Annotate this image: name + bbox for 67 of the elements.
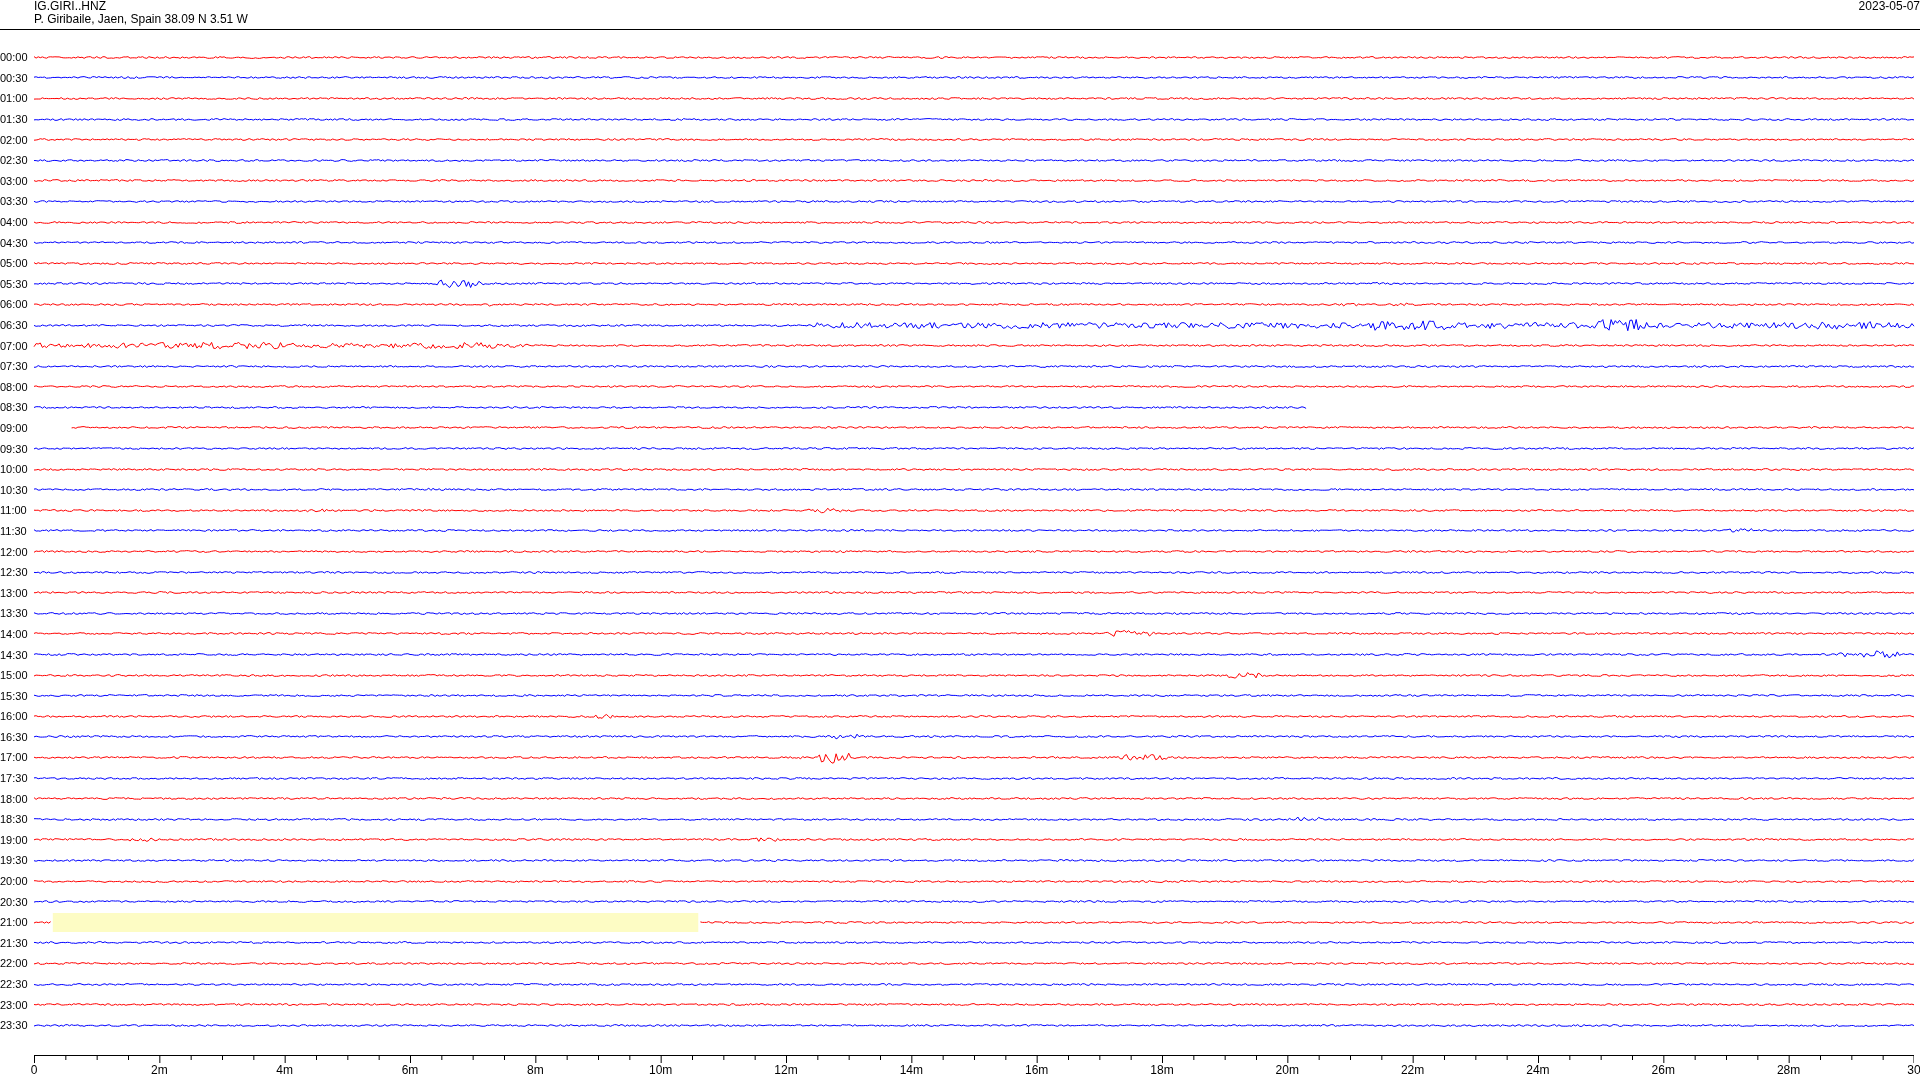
time-label: 19:30 <box>0 854 29 867</box>
time-label: 14:00 <box>0 627 29 640</box>
time-label: 22:30 <box>0 978 29 990</box>
time-label: 02:30 <box>0 154 29 167</box>
time-label: 11:30 <box>0 524 28 537</box>
time-label: 13:00 <box>0 586 29 599</box>
axis-tick-label: 24m <box>1525 1062 1551 1077</box>
time-label: 06:30 <box>0 319 29 331</box>
time-label: 07:00 <box>0 339 29 352</box>
axis-tick-label: 2m <box>150 1062 169 1077</box>
axis-tick-label: 22m <box>1399 1062 1426 1077</box>
time-label: 09:00 <box>0 422 29 434</box>
time-label: 15:30 <box>0 689 29 702</box>
time-label: 21:00 <box>0 916 29 929</box>
axis-tick-label: 0 <box>29 1062 39 1077</box>
time-label: 21:30 <box>0 936 29 949</box>
time-label: 05:30 <box>0 277 29 290</box>
axis-tick-label: 20m <box>1274 1062 1300 1077</box>
time-label: 15:00 <box>0 669 29 682</box>
axis-tick-label: 12m <box>773 1062 799 1077</box>
time-label: 01:30 <box>0 113 29 126</box>
axis-tick-label: 14m <box>898 1062 924 1077</box>
axis-tick-label: 30 <box>1906 1062 1920 1077</box>
time-label: 03:00 <box>0 174 29 187</box>
time-label: 10:00 <box>0 463 29 476</box>
time-label: 12:00 <box>0 545 29 558</box>
time-label: 06:00 <box>0 298 29 311</box>
axis-tick-label: 8m <box>525 1062 545 1077</box>
axis-tick-label: 18m <box>1149 1062 1175 1077</box>
time-label: 03:30 <box>0 195 29 208</box>
time-label: 07:30 <box>0 360 29 373</box>
time-label: 23:30 <box>0 1019 29 1032</box>
time-label: 04:00 <box>0 216 29 229</box>
time-label: 22:00 <box>0 957 29 970</box>
time-label: 00:30 <box>0 71 29 84</box>
time-label: 20:30 <box>0 895 29 908</box>
time-label: 17:00 <box>0 751 29 764</box>
time-label: 16:30 <box>0 730 29 743</box>
axis-tick-label: 28m <box>1775 1062 1802 1077</box>
time-label: 17:30 <box>0 772 29 785</box>
time-label: 04:30 <box>0 236 29 249</box>
axis-tick-label: 6m <box>400 1062 420 1077</box>
time-label: 11:00 <box>0 504 28 517</box>
date-label: 2023-05-07 <box>1858 0 1920 15</box>
station-location: P. Giribaile, Jaen, Spain 38.09 N 3.51 W <box>34 13 248 26</box>
axis-tick-label: 26m <box>1650 1062 1676 1077</box>
axis-tick-label: 4m <box>275 1062 294 1077</box>
time-label: 14:30 <box>0 648 29 661</box>
time-label: 19:00 <box>0 833 29 846</box>
time-label: 00:00 <box>0 51 29 64</box>
time-label: 16:00 <box>0 710 29 723</box>
time-label: 23:00 <box>0 998 29 1011</box>
time-label: 01:00 <box>0 92 29 105</box>
axis-tick-label: 16m <box>1023 1062 1050 1077</box>
time-label: 12:30 <box>0 566 29 579</box>
time-label: 18:00 <box>0 792 29 805</box>
axis-tick-label: 10m <box>647 1062 674 1077</box>
time-label: 13:30 <box>0 607 29 620</box>
time-label: 10:30 <box>0 483 29 496</box>
time-label: 09:30 <box>0 442 29 455</box>
time-label: 02:00 <box>0 133 29 146</box>
time-label: 20:00 <box>0 875 29 888</box>
time-label: 08:00 <box>0 380 29 393</box>
time-label: 08:30 <box>0 401 29 414</box>
time-label: 18:30 <box>0 813 29 826</box>
station-code: IG.GIRI..HNZ <box>34 0 107 13</box>
time-label: 05:00 <box>0 257 29 270</box>
